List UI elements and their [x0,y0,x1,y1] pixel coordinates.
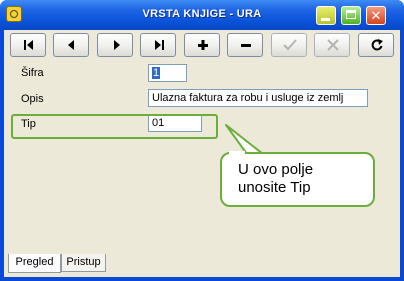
last-record-icon [155,40,164,50]
sifra-value: 1 [152,67,161,79]
last-record-button[interactable] [140,33,176,57]
close-icon: ✕ [370,8,382,23]
first-record-button[interactable] [10,33,46,57]
callout-join [229,151,245,155]
sifra-field[interactable]: 1 [148,64,187,82]
refresh-icon [371,39,383,51]
callout-text: U ovo polje unosite Tip [238,161,313,197]
refresh-button[interactable] [358,33,394,57]
add-record-button[interactable] [184,33,220,57]
opis-label: Opis [21,93,44,105]
maximize-button[interactable] [341,6,361,25]
minimize-button[interactable] [316,6,336,25]
next-record-icon [114,40,120,50]
window-bottom-border [0,277,404,281]
tab-pristup[interactable]: Pristup [61,254,106,272]
cancel-button[interactable] [314,33,350,57]
first-record-icon [24,40,33,50]
cross-icon [327,39,339,51]
title-bar[interactable]: VRSTA KNJIGE - URA ✕ [0,0,404,30]
plus-icon [198,40,208,50]
minimize-icon [321,18,330,21]
navigation-toolbar [10,33,394,57]
window: VRSTA KNJIGE - URA ✕ Šifra 1 Opis Ulazna… [0,0,404,281]
next-record-button[interactable] [97,33,133,57]
callout-bubble: U ovo polje unosite Tip [220,152,375,207]
close-button[interactable]: ✕ [366,6,386,25]
maximize-icon [346,10,356,19]
previous-record-icon [68,40,74,50]
callout-line-2: unosite Tip [238,179,311,196]
sifra-label: Šifra [21,67,44,79]
delete-record-button[interactable] [227,33,263,57]
minus-icon [241,44,251,47]
tab-strip: Pregled Pristup [4,254,400,277]
tab-pregled[interactable]: Pregled [8,254,61,273]
confirm-button[interactable] [271,33,307,57]
previous-record-button[interactable] [53,33,89,57]
callout-line-1: U ovo polje [238,161,314,178]
checkmark-icon [283,39,297,51]
opis-field[interactable]: Ulazna faktura za robu i usluge iz zemlj [148,89,368,107]
tip-highlight-box [11,114,218,139]
